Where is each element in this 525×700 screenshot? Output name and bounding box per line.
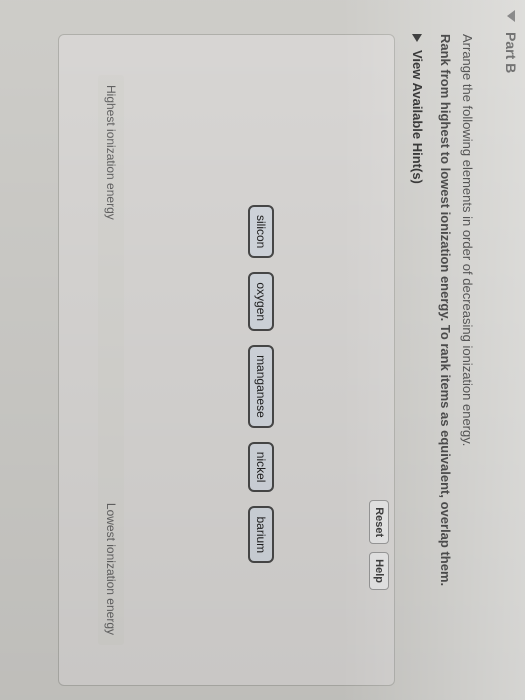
part-title: Part B	[503, 32, 519, 74]
draggable-items: silicon oxygen manganese nickel barium	[248, 205, 274, 564]
draggable-item-oxygen[interactable]: oxygen	[248, 272, 274, 332]
draggable-item-silicon[interactable]: silicon	[248, 205, 274, 259]
help-button[interactable]: Help	[369, 552, 389, 590]
ranking-panel: Reset Help silicon oxygen manganese nick…	[58, 34, 395, 686]
reset-button[interactable]: Reset	[369, 500, 389, 545]
axis-label-highest: Highest ionization energy	[104, 85, 118, 220]
problem-page: Part B Arrange the following elements in…	[0, 0, 525, 700]
panel-buttons: Reset Help	[369, 500, 389, 590]
draggable-item-manganese[interactable]: manganese	[248, 345, 274, 428]
part-header[interactable]: Part B	[503, 10, 519, 73]
draggable-item-barium[interactable]: barium	[248, 506, 274, 564]
view-hints-toggle[interactable]: View Available Hint(s)	[410, 34, 425, 184]
expand-triangle-icon	[412, 34, 423, 42]
ranking-drop-zone[interactable]: Highest ionization energy Lowest ionizat…	[98, 75, 124, 645]
collapse-triangle-icon[interactable]	[507, 10, 515, 22]
question-text: Arrange the following elements in order …	[460, 34, 475, 447]
hint-label: View Available Hint(s)	[410, 50, 425, 184]
draggable-item-nickel[interactable]: nickel	[248, 441, 274, 493]
axis-label-lowest: Lowest ionization energy	[104, 502, 118, 635]
question-instructions: Rank from highest to lowest ionization e…	[438, 34, 453, 587]
